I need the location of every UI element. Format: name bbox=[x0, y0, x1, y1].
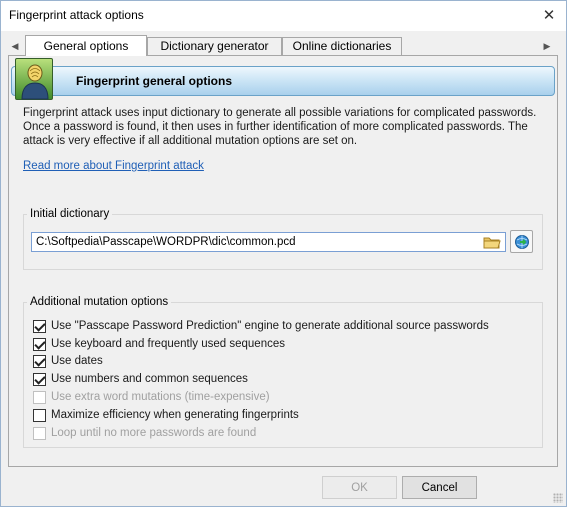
section-header: Fingerprint general options bbox=[11, 66, 555, 96]
attack-description: Fingerprint attack uses input dictionary… bbox=[23, 107, 537, 147]
option-numbers-sequences[interactable]: Use numbers and common sequences bbox=[33, 371, 248, 387]
option-extra-word-mutations: Use extra word mutations (time-expensive… bbox=[33, 389, 270, 405]
dictionary-path-input[interactable] bbox=[31, 232, 506, 252]
fingerprint-options-dialog: Fingerprint attack options ✕ ◀ ▶ General… bbox=[0, 0, 567, 507]
option-label: Loop until no more passwords are found bbox=[51, 427, 257, 439]
option-label: Maximize efficiency when generating fing… bbox=[51, 409, 299, 421]
general-options-panel: Fingerprint general options Fingerprint … bbox=[8, 55, 558, 467]
checkbox-keyboard-sequences[interactable] bbox=[33, 337, 46, 351]
checkbox-dates[interactable] bbox=[33, 354, 46, 368]
tab-scroll-left-icon[interactable]: ◀ bbox=[9, 39, 21, 53]
cancel-button[interactable]: Cancel bbox=[402, 476, 477, 499]
tab-dictionary-generator[interactable]: Dictionary generator bbox=[147, 37, 282, 56]
checkbox-extra-word-mutations bbox=[33, 390, 46, 404]
globe-arrow-icon bbox=[515, 235, 529, 249]
option-maximize-efficiency[interactable]: Maximize efficiency when generating fing… bbox=[33, 407, 299, 423]
tab-scroll-right-icon[interactable]: ▶ bbox=[541, 39, 553, 53]
option-loop-until-none: Loop until no more passwords are found bbox=[33, 425, 256, 441]
read-more-link[interactable]: Read more about Fingerprint attack bbox=[23, 160, 204, 172]
title-bar: Fingerprint attack options ✕ bbox=[1, 1, 566, 31]
option-label: Use numbers and common sequences bbox=[51, 373, 248, 385]
resize-grip[interactable] bbox=[553, 493, 563, 503]
folder-open-icon[interactable] bbox=[483, 235, 501, 249]
option-label: Use keyboard and frequently used sequenc… bbox=[51, 338, 285, 350]
option-password-prediction[interactable]: Use "Passcape Password Prediction" engin… bbox=[33, 318, 489, 334]
checkbox-maximize-efficiency[interactable] bbox=[33, 408, 46, 422]
checkbox-numbers-sequences[interactable] bbox=[33, 372, 46, 386]
window-title: Fingerprint attack options bbox=[9, 8, 144, 22]
tab-online-dictionaries[interactable]: Online dictionaries bbox=[282, 37, 402, 56]
go-button[interactable] bbox=[510, 230, 533, 253]
option-dates[interactable]: Use dates bbox=[33, 353, 103, 369]
fingerprint-user-icon bbox=[15, 58, 53, 100]
option-label: Use extra word mutations (time-expensive… bbox=[51, 391, 270, 403]
initial-dictionary-label: Initial dictionary bbox=[27, 208, 113, 220]
tab-general-options[interactable]: General options bbox=[25, 35, 147, 56]
checkbox-loop-until-none bbox=[33, 426, 46, 440]
option-keyboard-sequences[interactable]: Use keyboard and frequently used sequenc… bbox=[33, 336, 285, 352]
option-label: Use dates bbox=[51, 355, 103, 367]
checkbox-password-prediction[interactable] bbox=[33, 319, 46, 333]
ok-button[interactable]: OK bbox=[322, 476, 397, 499]
section-header-title: Fingerprint general options bbox=[76, 74, 233, 88]
close-icon[interactable]: ✕ bbox=[538, 5, 560, 27]
option-label: Use "Passcape Password Prediction" engin… bbox=[51, 320, 489, 332]
mutation-options-label: Additional mutation options bbox=[27, 296, 172, 308]
